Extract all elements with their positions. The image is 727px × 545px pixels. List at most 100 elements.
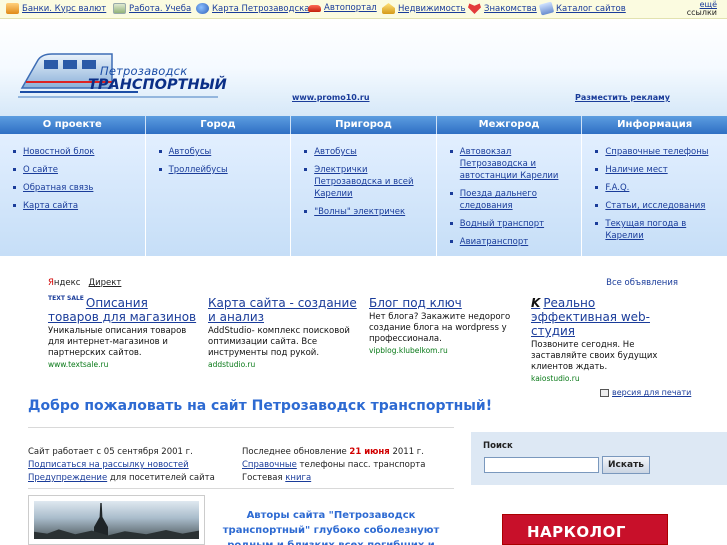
submenu-item[interactable]: Автовокзал Петрозаводска и автостанции К… xyxy=(449,146,578,182)
textsale-icon: TEXT SALE xyxy=(48,295,84,302)
search-button[interactable]: Искать xyxy=(602,456,650,474)
ad-title[interactable]: Блог под ключ xyxy=(369,296,521,310)
submenu-item[interactable]: Новостной блок xyxy=(13,146,141,158)
site-since-text: Сайт работает с 05 сентября 2001 г. xyxy=(28,447,193,457)
submenu-panel: Новостной блок О сайте Обратная связь Ка… xyxy=(0,134,727,256)
submenu-item[interactable]: Поезда дальнего следования xyxy=(449,188,578,212)
submenu-item[interactable]: Автобусы xyxy=(304,146,432,158)
jobs-link-label[interactable]: Работа. Учеба xyxy=(129,4,191,14)
banks-link[interactable]: Банки. Курс валют xyxy=(6,3,106,14)
catalog-link-label[interactable]: Каталог сайтов xyxy=(556,4,626,14)
submenu-item[interactable]: О сайте xyxy=(13,164,141,176)
realty-link[interactable]: Недвижимость xyxy=(382,3,465,14)
heart-icon xyxy=(468,3,481,14)
print-version-label[interactable]: версия для печати xyxy=(612,388,691,397)
site-info-right: Последнее обновление 21 июня 2011 г. Спр… xyxy=(242,446,425,485)
printer-icon xyxy=(600,388,609,397)
ad-title[interactable]: Карта сайта - создание и анализ xyxy=(208,296,360,324)
submenu-item[interactable]: Троллейбусы xyxy=(158,164,287,176)
ad-item[interactable]: Карта сайта - создание и анализ AddStudi… xyxy=(208,296,360,369)
tab-info[interactable]: Информация xyxy=(582,116,727,134)
banner-text: НАРКОЛОГ xyxy=(527,523,626,541)
realty-link-label[interactable]: Недвижимость xyxy=(398,4,465,14)
submenu-suburb: Автобусы Электрички Петрозаводска и всей… xyxy=(291,134,437,256)
ad-url[interactable]: vipblog.klubelkom.ru xyxy=(369,346,521,355)
guestbook-link[interactable]: книга xyxy=(285,473,311,483)
dating-link-label[interactable]: Знакомства xyxy=(484,4,537,14)
photo-image xyxy=(34,501,199,539)
submenu-item[interactable]: "Волны" электричек xyxy=(304,206,432,218)
catalog-link[interactable]: Каталог сайтов xyxy=(538,1,626,16)
submenu-item[interactable]: Автобусы xyxy=(158,146,287,158)
main-nav: О проекте Город Пригород Межгород Информ… xyxy=(0,116,727,134)
divider xyxy=(28,488,454,489)
city-map-link[interactable]: Карта Петрозаводска xyxy=(196,3,310,14)
submenu-about: Новостной блок О сайте Обратная связь Ка… xyxy=(0,134,146,256)
ad-banner[interactable]: НАРКОЛОГ xyxy=(502,514,668,545)
ad-title[interactable]: Реально эффективная web-студия xyxy=(531,296,650,338)
house-icon xyxy=(382,3,395,14)
submenu-info: Справочные телефоны Наличие мест F.A.Q. … xyxy=(582,134,727,256)
promo-link[interactable]: www.promo10.ru xyxy=(292,93,370,102)
ad-url[interactable]: www.textsale.ru xyxy=(48,360,200,369)
ad-description: AddStudio- комплекс поисковой оптимизаци… xyxy=(208,326,350,358)
autoportal-link-label[interactable]: Автопортал xyxy=(324,3,377,13)
autoportal-link[interactable]: Автопортал xyxy=(308,3,377,13)
tab-suburb[interactable]: Пригород xyxy=(291,116,437,134)
subscribe-link[interactable]: Подписаться на рассылку новостей xyxy=(28,459,215,472)
phones-link[interactable]: Справочные xyxy=(242,460,297,470)
jobs-link[interactable]: Работа. Учеба xyxy=(113,3,191,14)
work-icon xyxy=(113,3,126,14)
banks-link-label[interactable]: Банки. Курс валют xyxy=(22,4,106,14)
yandex-direct-link[interactable]: Директ xyxy=(89,278,122,288)
top-links-bar: Банки. Курс валют Работа. Учеба Карта Пе… xyxy=(0,0,727,19)
advertise-link[interactable]: Разместить рекламу xyxy=(575,93,670,102)
phones-text: телефоны пасс. транспорта xyxy=(296,460,426,470)
yandex-direct-brand[interactable]: Яндекс Директ xyxy=(48,278,121,288)
submenu-item[interactable]: Электрички Петрозаводска и всей Карелии xyxy=(304,164,432,200)
updated-date: 21 июня xyxy=(349,447,390,457)
site-info-left: Сайт работает с 05 сентября 2001 г. Подп… xyxy=(28,446,215,485)
submenu-intercity: Автовокзал Петрозаводска и автостанции К… xyxy=(437,134,583,256)
submenu-item[interactable]: Текущая погода в Карелии xyxy=(595,218,723,242)
warning-link[interactable]: Предупреждение xyxy=(28,473,107,483)
submenu-item[interactable]: Наличие мест xyxy=(595,164,723,176)
catalog-icon xyxy=(538,1,555,16)
submenu-item[interactable]: Справочные телефоны xyxy=(595,146,723,158)
all-ads-link[interactable]: Все объявления xyxy=(606,278,678,288)
print-version-link[interactable]: версия для печати xyxy=(600,388,691,397)
ad-item[interactable]: TEXT SALE Описания товаров для магазинов … xyxy=(48,295,200,370)
more-links[interactable]: ещё ссылки xyxy=(687,1,717,17)
city-map-link-label[interactable]: Карта Петрозаводска xyxy=(212,4,310,14)
submenu-item[interactable]: Статьи, исследования xyxy=(595,200,723,212)
warning-text: для посетителей сайта xyxy=(107,473,215,483)
submenu-item[interactable]: Водный транспорт xyxy=(449,218,578,230)
memorial-photo xyxy=(28,495,205,545)
tab-city[interactable]: Город xyxy=(146,116,292,134)
submenu-item[interactable]: Обратная связь xyxy=(13,182,141,194)
ad-item[interactable]: K Реально эффективная web-студия Позвонит… xyxy=(531,296,683,383)
ad-description: Нет блога? Закажите недорого создание бл… xyxy=(369,312,511,344)
yandex-direct-block: Яндекс Директ Все объявления TEXT SALE Оп… xyxy=(0,272,727,383)
ad-item[interactable]: Блог под ключ Нет блога? Закажите недоро… xyxy=(369,296,521,355)
ad-url[interactable]: kaiostudio.ru xyxy=(531,374,683,383)
chart-icon xyxy=(6,3,19,14)
condolence-text: Авторы сайта "Петрозаводск транспортный"… xyxy=(222,510,440,545)
submenu-item[interactable]: Авиатранспорт xyxy=(449,236,578,248)
divider xyxy=(28,427,454,428)
submenu-item[interactable]: Карта сайта xyxy=(13,200,141,212)
trees-silhouette xyxy=(34,529,199,539)
tab-about[interactable]: О проекте xyxy=(0,116,146,134)
submenu-item[interactable]: F.A.Q. xyxy=(595,182,723,194)
search-box: Поиск Искать xyxy=(471,432,727,485)
updated-suffix: 2011 г. xyxy=(389,447,424,457)
more-links-sub: ссылки xyxy=(686,8,717,17)
search-input[interactable] xyxy=(484,457,599,473)
logo-site-text: ТРАНСПОРТНЫЙ xyxy=(88,77,227,93)
yandex-brand-rest: ндекс xyxy=(53,278,81,288)
ad-description: Уникальные описания товаров для интернет… xyxy=(48,326,187,358)
updated-prefix: Последнее обновление xyxy=(242,447,350,457)
tab-intercity[interactable]: Межгород xyxy=(437,116,583,134)
ad-url[interactable]: addstudio.ru xyxy=(208,360,360,369)
dating-link[interactable]: Знакомства xyxy=(468,3,537,14)
